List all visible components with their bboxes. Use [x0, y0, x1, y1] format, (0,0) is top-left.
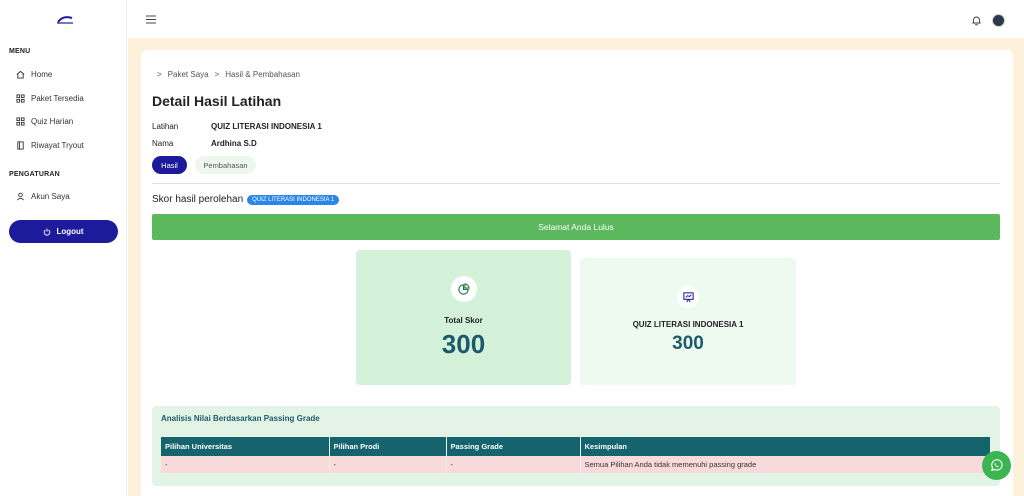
- score-heading-text: Skor hasil perolehan: [152, 194, 244, 205]
- quiz-score-value: 300: [672, 333, 704, 354]
- grid-icon: [15, 116, 25, 126]
- breadcrumb-separator: >: [157, 70, 162, 79]
- breadcrumb: > Paket Saya > Hasil & Pembahasan: [157, 70, 300, 79]
- table-cell: -: [329, 456, 447, 473]
- table-row: - - - Semua Pilihan Anda tidak memenuhi …: [161, 456, 991, 473]
- sidebar-item-paket-tersedia[interactable]: Paket Tersedia: [15, 93, 84, 103]
- hamburger-menu-icon[interactable]: [146, 15, 156, 24]
- quiz-badge: QUIZ LITERASI INDONESIA 1: [247, 194, 340, 205]
- user-icon: [15, 191, 25, 201]
- sidebar-item-quiz-harian[interactable]: Quiz Harian: [15, 116, 73, 126]
- passing-grade-table: Pilihan Universitas Pilihan Prodi Passin…: [161, 437, 991, 473]
- analysis-panel: Analisis Nilai Berdasarkan Passing Grade…: [152, 406, 1000, 486]
- logout-label: Logout: [56, 227, 84, 236]
- divider: [152, 183, 1000, 184]
- menu-heading: MENU: [9, 48, 31, 55]
- total-score-value: 300: [441, 329, 486, 359]
- sidebar-item-label: Paket Tersedia: [31, 93, 84, 103]
- grid-icon: [15, 93, 25, 103]
- nama-value: Ardhina S.D: [211, 139, 257, 148]
- breadcrumb-item-paket-saya[interactable]: Paket Saya: [168, 70, 209, 79]
- tab-pembahasan[interactable]: Pembahasan: [195, 156, 256, 174]
- column-header: Pilihan Prodi: [329, 437, 447, 456]
- settings-heading: PENGATURAN: [9, 171, 60, 178]
- quiz-score-label: QUIZ LITERASI INDONESIA 1: [632, 320, 744, 329]
- power-icon: [44, 228, 51, 236]
- quiz-score-card: QUIZ LITERASI INDONESIA 1 300: [580, 258, 796, 385]
- pass-banner: Selamat Anda Lulus: [152, 214, 1000, 240]
- sidebar: MENU Home Paket Tersedia Quiz Harian Riw…: [0, 0, 127, 496]
- latihan-value: QUIZ LITERASI INDONESIA 1: [211, 122, 322, 131]
- nama-label: Nama: [152, 139, 174, 148]
- sidebar-item-label: Home: [31, 69, 53, 79]
- sidebar-item-riwayat-tryout[interactable]: Riwayat Tryout: [15, 140, 84, 150]
- whatsapp-icon: [990, 459, 1003, 471]
- column-header: Passing Grade: [446, 437, 581, 456]
- sidebar-item-home[interactable]: Home: [15, 69, 52, 79]
- sidebar-item-label: Riwayat Tryout: [31, 140, 84, 150]
- table-header-row: Pilihan Universitas Pilihan Prodi Passin…: [161, 437, 991, 456]
- sidebar-item-label: Akun Saya: [31, 191, 70, 201]
- whatsapp-button[interactable]: [982, 451, 1011, 480]
- breadcrumb-item-hasil: Hasil & Pembahasan: [225, 70, 300, 79]
- column-header: Kesimpulan: [580, 437, 991, 456]
- table-cell: -: [446, 456, 581, 473]
- pie-chart-icon: [450, 276, 477, 302]
- sidebar-item-label: Quiz Harian: [31, 116, 74, 126]
- logout-button[interactable]: Logout: [9, 220, 118, 243]
- logo[interactable]: [55, 13, 75, 27]
- score-heading: Skor hasil perolehan QUIZ LITERASI INDON…: [152, 194, 340, 205]
- avatar[interactable]: [992, 14, 1005, 27]
- column-header: Pilihan Universitas: [161, 437, 330, 456]
- table-cell: -: [161, 456, 330, 473]
- breadcrumb-separator: >: [214, 70, 220, 79]
- table-cell: Semua Pilihan Anda tidak memenuhi passin…: [580, 456, 991, 473]
- topbar: [128, 0, 1024, 38]
- home-icon: [15, 69, 25, 79]
- presentation-chart-icon: [677, 286, 699, 308]
- analysis-title: Analisis Nilai Berdasarkan Passing Grade: [161, 414, 320, 423]
- page-title: Detail Hasil Latihan: [152, 93, 282, 109]
- latihan-label: Latihan: [152, 122, 179, 131]
- sidebar-item-akun-saya[interactable]: Akun Saya: [15, 191, 70, 201]
- book-icon: [15, 140, 25, 150]
- bell-icon[interactable]: [971, 15, 982, 26]
- tab-hasil[interactable]: Hasil: [152, 156, 187, 174]
- total-score-label: Total Skor: [444, 316, 483, 325]
- total-score-card: Total Skor 300: [356, 250, 571, 385]
